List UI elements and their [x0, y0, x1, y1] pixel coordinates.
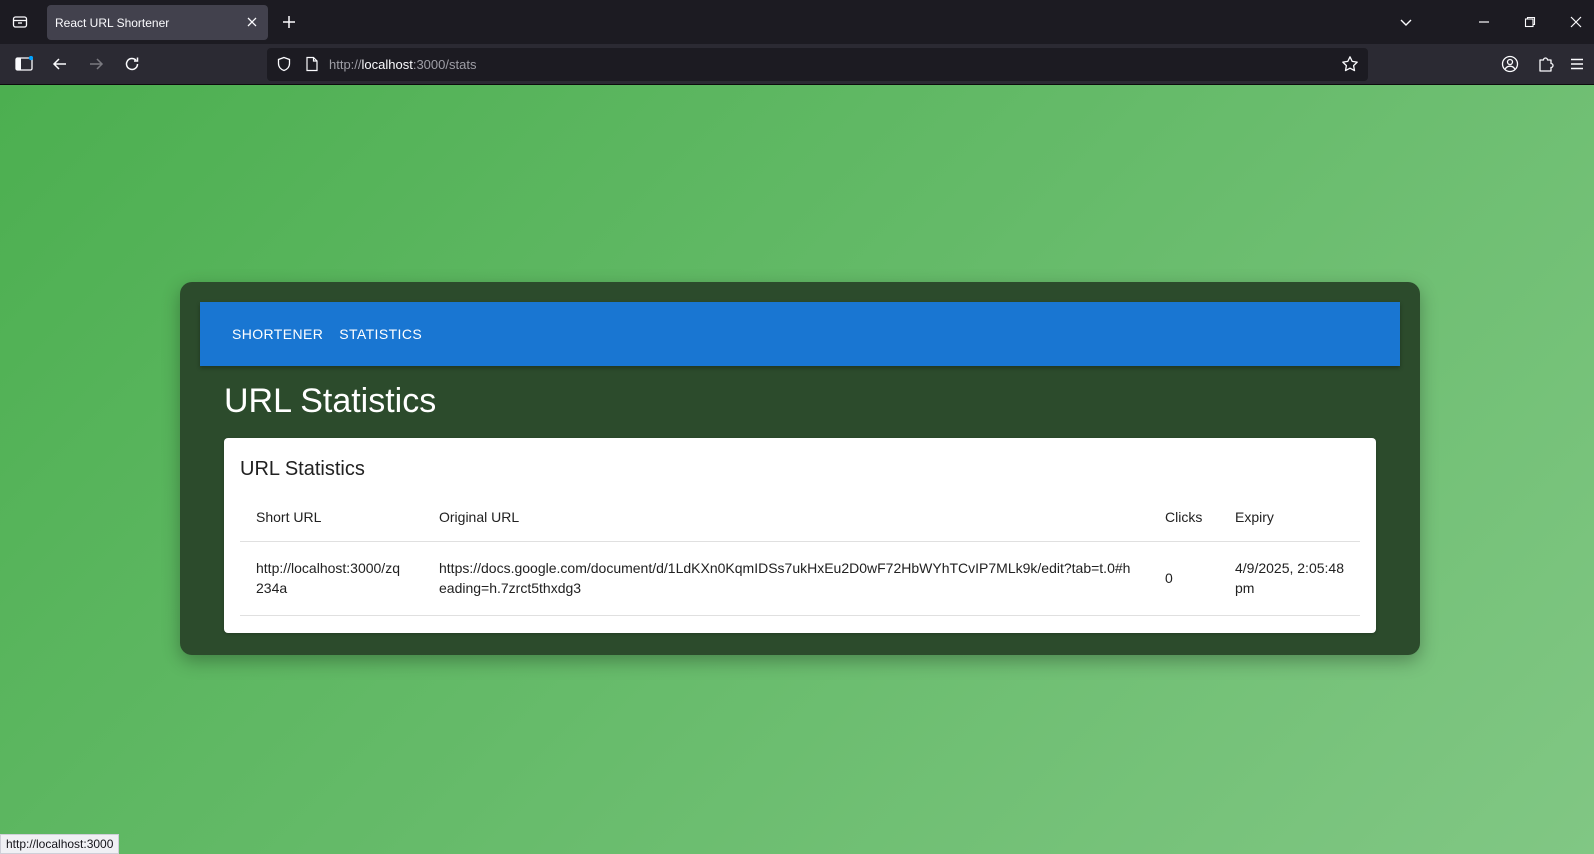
header-short-url: Short URL — [240, 494, 423, 542]
shield-icon[interactable] — [276, 56, 292, 77]
url-host: localhost — [361, 57, 413, 72]
stats-table: Short URL Original URL Clicks Expiry htt… — [240, 494, 1360, 616]
header-original-url: Original URL — [423, 494, 1149, 542]
clicks-cell: 0 — [1149, 541, 1219, 616]
header-expiry: Expiry — [1219, 494, 1360, 542]
chevron-down-icon[interactable] — [1396, 12, 1416, 32]
table-header-row: Short URL Original URL Clicks Expiry — [240, 494, 1360, 542]
extensions-icon[interactable] — [1535, 53, 1557, 75]
short-url-cell[interactable]: http://localhost:3000/zq234a — [240, 541, 423, 616]
bookmark-star-icon[interactable] — [1341, 55, 1359, 78]
header-clicks: Clicks — [1149, 494, 1219, 542]
url-prefix: http:// — [329, 57, 362, 72]
restore-icon[interactable] — [1520, 12, 1540, 32]
app-container: SHORTENER STATISTICS URL Statistics URL … — [180, 282, 1420, 655]
menu-icon[interactable] — [1566, 53, 1588, 75]
account-icon[interactable] — [1499, 53, 1521, 75]
back-icon[interactable] — [49, 53, 71, 75]
page-viewport: SHORTENER STATISTICS URL Statistics URL … — [0, 85, 1594, 854]
url-text[interactable]: http://localhost:3000/stats — [329, 57, 476, 72]
nav-bar: http://localhost:3000/stats — [0, 44, 1594, 85]
tab-list-icon[interactable] — [8, 10, 32, 34]
stats-card-title: URL Statistics — [240, 458, 365, 480]
nav-statistics-link[interactable]: STATISTICS — [331, 320, 430, 348]
address-bar[interactable]: http://localhost:3000/stats — [267, 48, 1368, 81]
stats-card: URL Statistics Short URL Original URL Cl… — [224, 438, 1376, 633]
app-bar: SHORTENER STATISTICS — [200, 302, 1400, 366]
close-window-icon[interactable] — [1566, 12, 1586, 32]
original-url-cell: https://docs.google.com/document/d/1LdKX… — [423, 541, 1149, 616]
sidebar-icon[interactable] — [13, 53, 35, 75]
page-title: URL Statistics — [224, 382, 437, 420]
expiry-cell: 4/9/2025, 2:05:48 pm — [1219, 541, 1360, 616]
url-path: :3000/stats — [412, 57, 477, 72]
new-tab-icon[interactable] — [279, 12, 299, 32]
close-tab-icon[interactable] — [244, 14, 260, 30]
minimize-icon[interactable] — [1474, 12, 1494, 32]
nav-shortener-link[interactable]: SHORTENER — [224, 320, 331, 348]
forward-icon[interactable] — [85, 53, 107, 75]
table-row: http://localhost:3000/zq234a https://doc… — [240, 541, 1360, 616]
tab-bar: React URL Shortener — [0, 0, 1594, 44]
reload-icon[interactable] — [121, 53, 143, 75]
link-status-bar: http://localhost:3000 — [0, 834, 120, 854]
tab-title: React URL Shortener — [55, 15, 170, 30]
browser-tab[interactable]: React URL Shortener — [47, 5, 268, 40]
page-info-icon[interactable] — [305, 56, 319, 77]
